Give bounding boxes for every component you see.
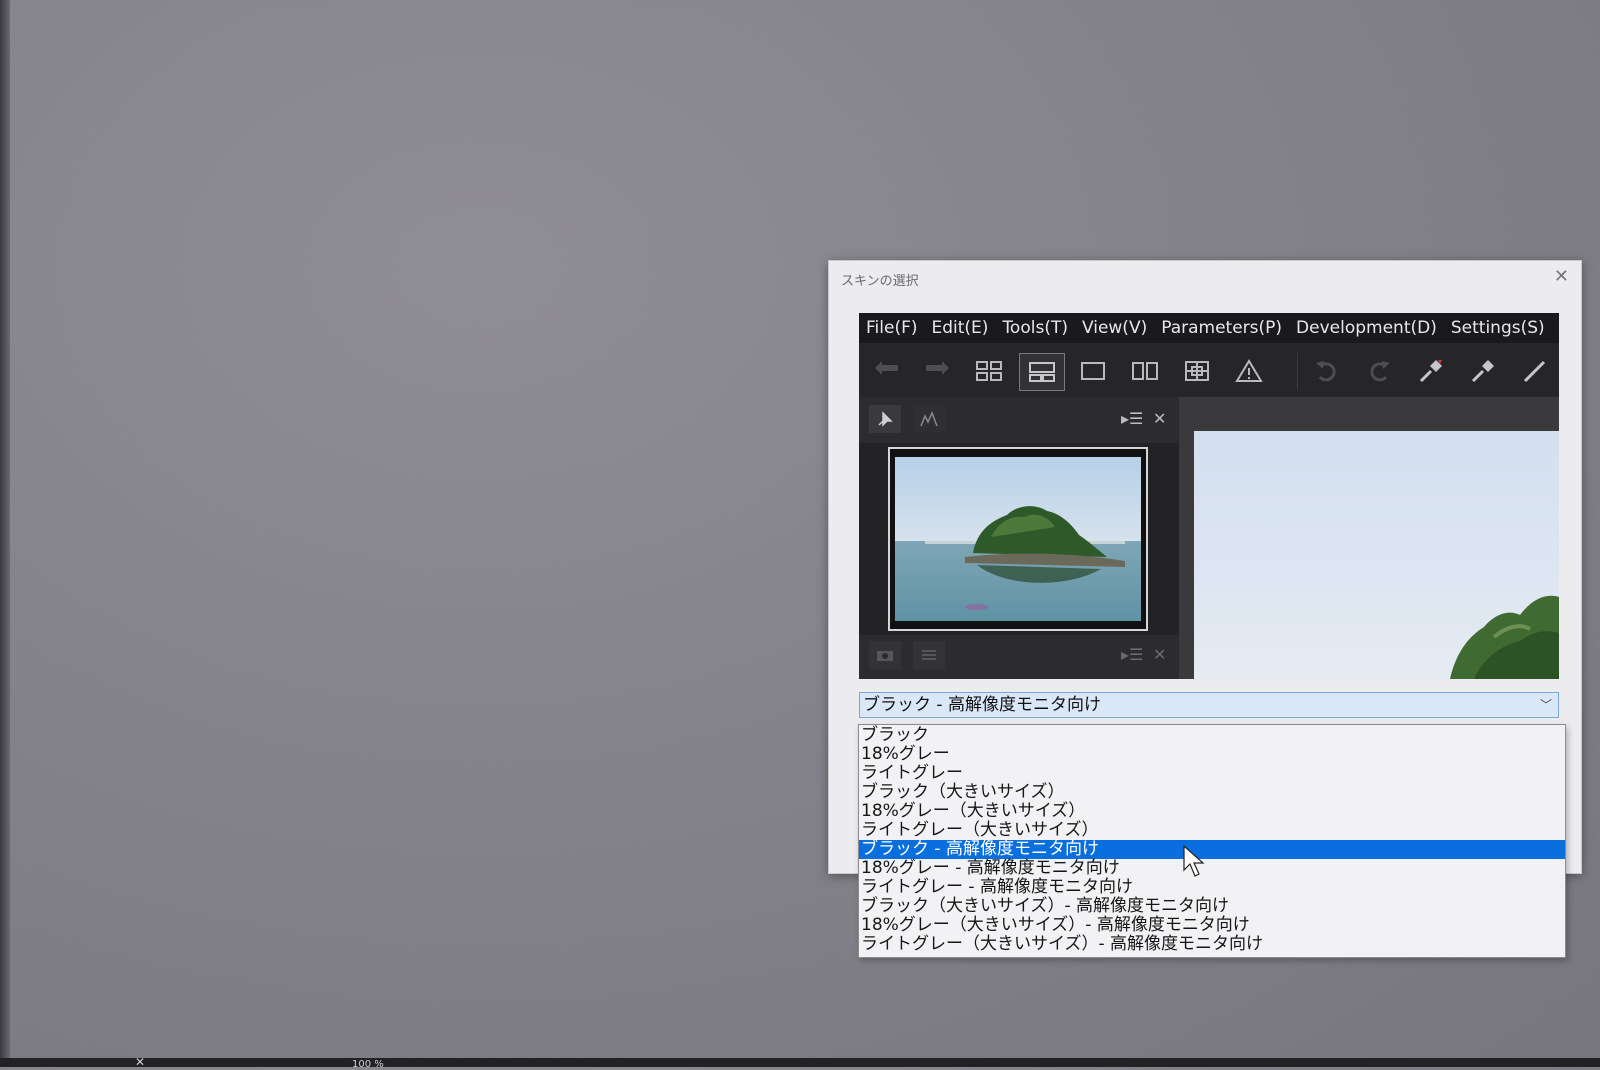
dropdown-option[interactable]: 18%グレー（大きいサイズ） [859,802,1565,821]
menu-view: View(V) [1081,318,1148,338]
forward-arrow-icon [915,353,959,389]
menu-help: He [1552,313,1560,343]
background-edge [0,0,10,1067]
focus-grid-icon [1175,353,1219,389]
close-icon[interactable]: ✕ [1554,266,1569,287]
menu-edit: Edit(E) [931,318,989,338]
single-view-icon [1071,353,1115,389]
dropdown-option[interactable]: ライトグレー（大きいサイズ）- 高解像度モニタ向け [859,935,1565,954]
taskbar-zoom-text: 100 % [352,1059,384,1070]
dropdown-option[interactable]: ブラック（大きいサイズ） [859,783,1565,802]
dropdown-option[interactable]: ライトグレー（大きいサイズ） [859,821,1565,840]
list-icon [913,641,945,669]
panel-menu-icon-2: ▸☰ [1121,645,1144,664]
panel-header: ▸☰ ✕ [859,397,1179,443]
main-photo [1194,431,1559,679]
panel-header-secondary: ▸☰ ✕ [859,635,1179,679]
eyedropper-icon [1409,353,1453,389]
dropdown-option[interactable]: ライトグレー [859,764,1565,783]
dropdown-option[interactable]: ブラック [859,726,1565,745]
thumbnail-image [895,457,1141,621]
warning-icon [1227,353,1271,389]
mouse-cursor-icon [1183,844,1207,883]
menu-settings: Settings(S) [1450,318,1545,338]
redo-icon [1357,353,1401,389]
skin-dropdown-list: ブラック 18%グレー ライトグレー ブラック（大きいサイズ） 18%グレー（大… [858,724,1566,958]
dropdown-option[interactable]: 18%グレー - 高解像度モニタ向け [859,859,1565,878]
preview-menubar: File(F) Edit(E) Tools(T) View(V) Parameters(… [859,313,1559,343]
menu-tools: Tools(T) [1002,318,1068,338]
histogram-icon [913,405,945,433]
dropdown-option[interactable]: ライトグレー - 高解像度モニタ向け [859,878,1565,897]
menu-development: Development(D) [1296,318,1437,338]
chevron-down-icon: ﹀ [1539,698,1552,712]
preview-toolbar [859,343,1559,397]
undo-icon [1305,353,1349,389]
toolbar-separator [1297,353,1298,389]
taskbar: ✕ 100 % [0,1056,1600,1070]
panel-close-icon: ✕ [1153,409,1167,428]
skin-select[interactable]: ブラック - 高解像度モニタ向け ﹀ [859,692,1559,718]
grid-icon [967,353,1011,389]
thumbnail-frame [888,447,1148,631]
pen-icon [1513,353,1557,389]
menu-parameters: Parameters(P) [1161,318,1283,338]
main-image-view [1179,397,1559,679]
brush-icon [1461,353,1505,389]
dropdown-option[interactable]: 18%グレー [859,745,1565,764]
compare-view-icon [1123,353,1167,389]
panel-menu-icon: ▸☰ [1121,409,1144,428]
dialog-title: スキンの選択 [841,274,919,289]
dropdown-option[interactable]: 18%グレー（大きいサイズ）- 高解像度モニタ向け [859,916,1565,935]
skin-preview: File(F) Edit(E) Tools(T) View(V) Parameters(… [859,313,1559,679]
back-arrow-icon [865,353,909,389]
select-value: ブラック - 高解像度モニタ向け [863,695,1101,715]
menu-file: File(F) [866,318,918,338]
dropdown-option-selected[interactable]: ブラック - 高解像度モニタ向け [859,840,1565,859]
camera-icon [869,641,901,669]
pin-icon [869,405,901,433]
taskbar-close-icon[interactable]: ✕ [135,1056,145,1068]
filmstrip-icon [1019,353,1065,391]
dropdown-option[interactable]: ブラック（大きいサイズ）- 高解像度モニタ向け [859,897,1565,916]
panel-close-icon-2: ✕ [1153,645,1167,664]
side-panel: ▸☰ ✕ ▸☰ ✕ [859,397,1179,679]
